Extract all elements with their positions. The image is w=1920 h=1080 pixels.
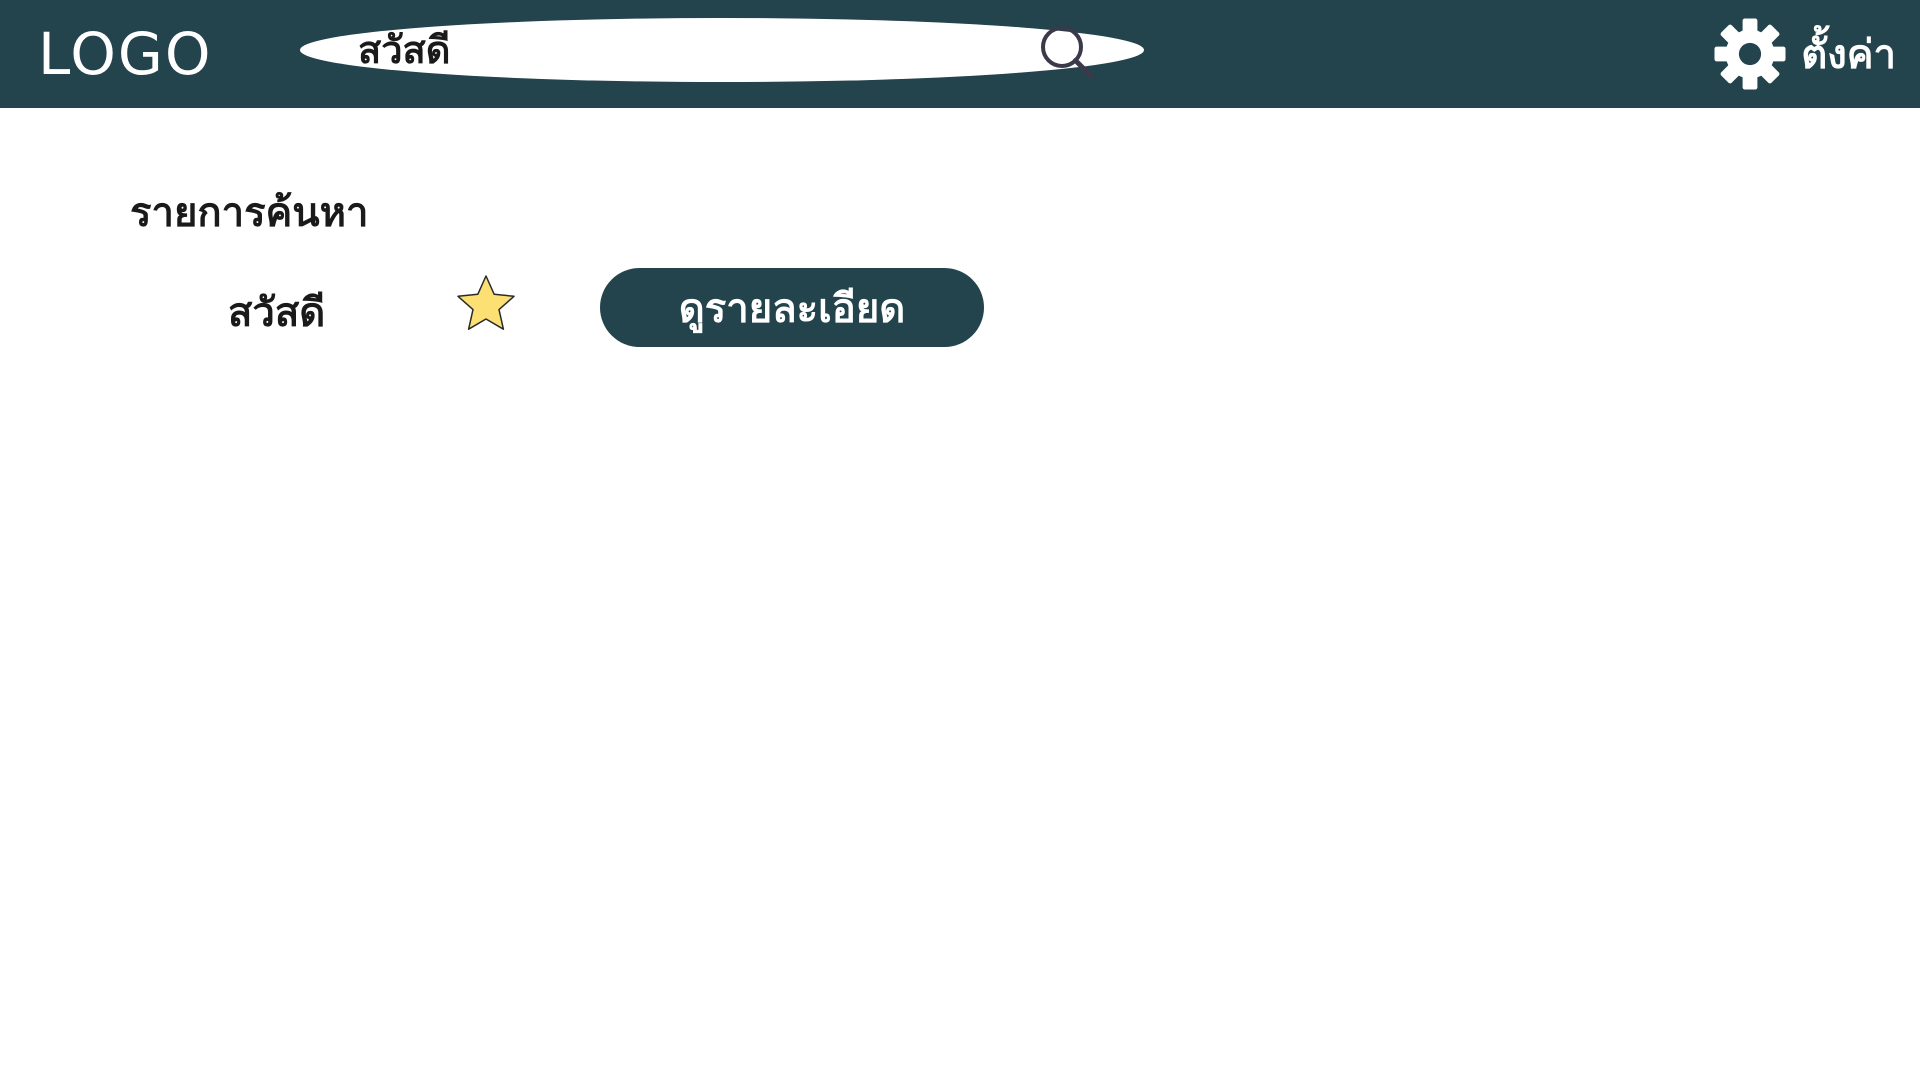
search-icon[interactable] (1038, 23, 1096, 81)
top-bar: LOGO ตั้งค่า (0, 0, 1920, 108)
settings-button[interactable]: ตั้งค่า (1713, 16, 1896, 92)
result-title: สวัสดี (228, 290, 326, 336)
gear-icon (1714, 18, 1786, 90)
logo[interactable]: LOGO (38, 18, 213, 90)
list-item: สวัสดี ดูรายละเอียด (228, 268, 1028, 348)
view-details-button[interactable]: ดูรายละเอียด (600, 268, 984, 347)
settings-label: ตั้งค่า (1801, 32, 1896, 78)
page-title: รายการค้นหา (130, 190, 369, 236)
search-input[interactable] (358, 24, 998, 74)
search-bar[interactable] (300, 18, 1144, 82)
star-icon[interactable] (454, 272, 518, 336)
